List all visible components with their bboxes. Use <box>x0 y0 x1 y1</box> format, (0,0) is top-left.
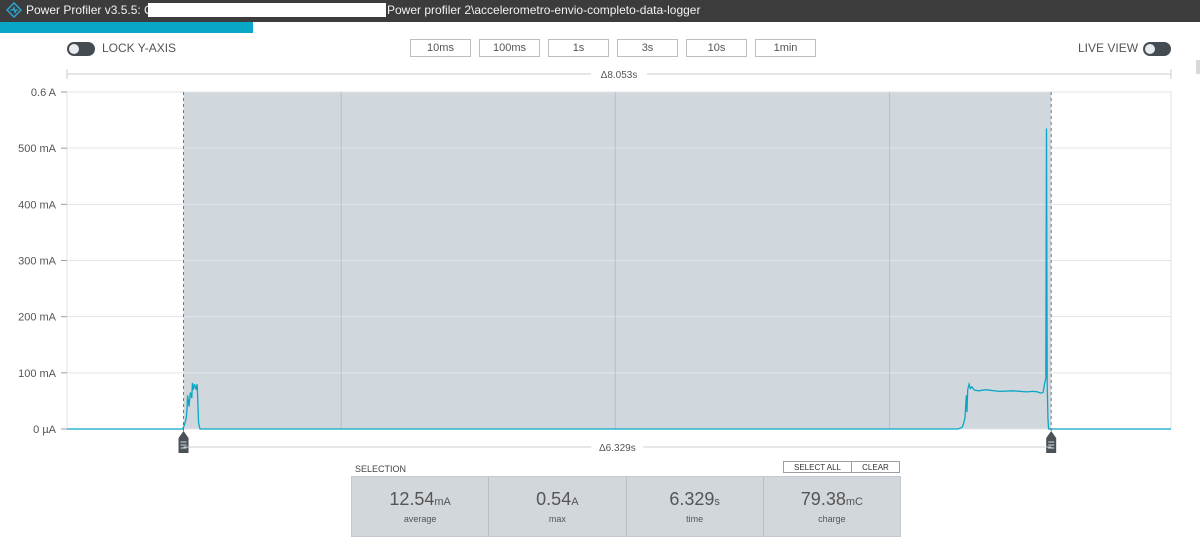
stat-max-caption: max <box>548 514 566 524</box>
stat-time-value: 6.329 <box>669 489 715 509</box>
window-title-prefix: Power Profiler v3.5.5: C:\ <box>26 3 160 17</box>
selection-title: SELECTION <box>355 464 407 474</box>
y-tick-label: 500 mA <box>18 143 57 155</box>
time-window-3s-button[interactable]: 3s <box>617 39 678 57</box>
window-title-suffix: Power profiler 2\accelerometro-envio-com… <box>387 3 701 17</box>
stat-time-unit: s <box>714 496 720 508</box>
selection-stats: 12.54mA average 0.54A max 6.329s time 79… <box>351 476 901 537</box>
window-delta-label: Δ8.053s <box>601 70 638 81</box>
stat-time: 6.329s time <box>627 477 764 536</box>
y-tick-label: 400 mA <box>18 199 57 211</box>
lock-y-axis-toggle[interactable] <box>67 42 95 56</box>
stat-average: 12.54mA average <box>352 477 490 536</box>
stat-max-value: 0.54 <box>536 489 572 509</box>
time-window-buttons: 10ms 100ms 1s 3s 10s 1min <box>410 39 816 57</box>
y-tick-label: 0 µA <box>33 424 57 436</box>
time-window-100ms-button[interactable]: 100ms <box>479 39 540 57</box>
live-view-toggle[interactable] <box>1143 42 1171 56</box>
time-window-1min-button[interactable]: 1min <box>755 39 816 57</box>
redacted-path <box>148 3 386 17</box>
stat-charge-value: 79.38 <box>800 489 846 509</box>
stat-max-unit: A <box>571 496 579 508</box>
live-view-label: LIVE VIEW <box>1078 41 1139 55</box>
stat-charge: 79.38mC charge <box>764 477 900 536</box>
stat-average-value: 12.54 <box>389 489 435 509</box>
time-window-10ms-button[interactable]: 10ms <box>410 39 471 57</box>
time-window-10s-button[interactable]: 10s <box>686 39 747 57</box>
accent-bar <box>0 22 253 33</box>
stat-average-unit: mA <box>434 496 451 508</box>
y-tick-label: 0.6 A <box>31 87 57 99</box>
current-chart[interactable]: 0.6 A500 mA400 mA300 mA200 mA100 mA0 µA … <box>0 62 1200 458</box>
stat-charge-unit: mC <box>845 496 863 508</box>
stat-max: 0.54A max <box>489 477 627 536</box>
stat-average-caption: average <box>403 514 437 524</box>
lock-y-axis-label: LOCK Y-AXIS <box>102 41 177 55</box>
app-logo-icon <box>6 2 22 18</box>
select-all-button[interactable]: SELECT ALL <box>783 461 852 473</box>
stat-charge-caption: charge <box>818 514 846 524</box>
time-window-1s-button[interactable]: 1s <box>548 39 609 57</box>
y-tick-label: 100 mA <box>18 368 57 380</box>
y-tick-label: 300 mA <box>18 256 57 268</box>
selection-buttons: SELECT ALL CLEAR <box>783 461 900 473</box>
stat-time-caption: time <box>686 514 704 524</box>
selection-delta-label: Δ6.329s <box>599 443 636 454</box>
clear-button[interactable]: CLEAR <box>852 461 900 473</box>
y-tick-label: 200 mA <box>18 312 57 324</box>
y-axis-ticks: 0.6 A 500 mA 400 mA 300 mA 200 mA 100 mA 0 µA <box>18 87 67 436</box>
